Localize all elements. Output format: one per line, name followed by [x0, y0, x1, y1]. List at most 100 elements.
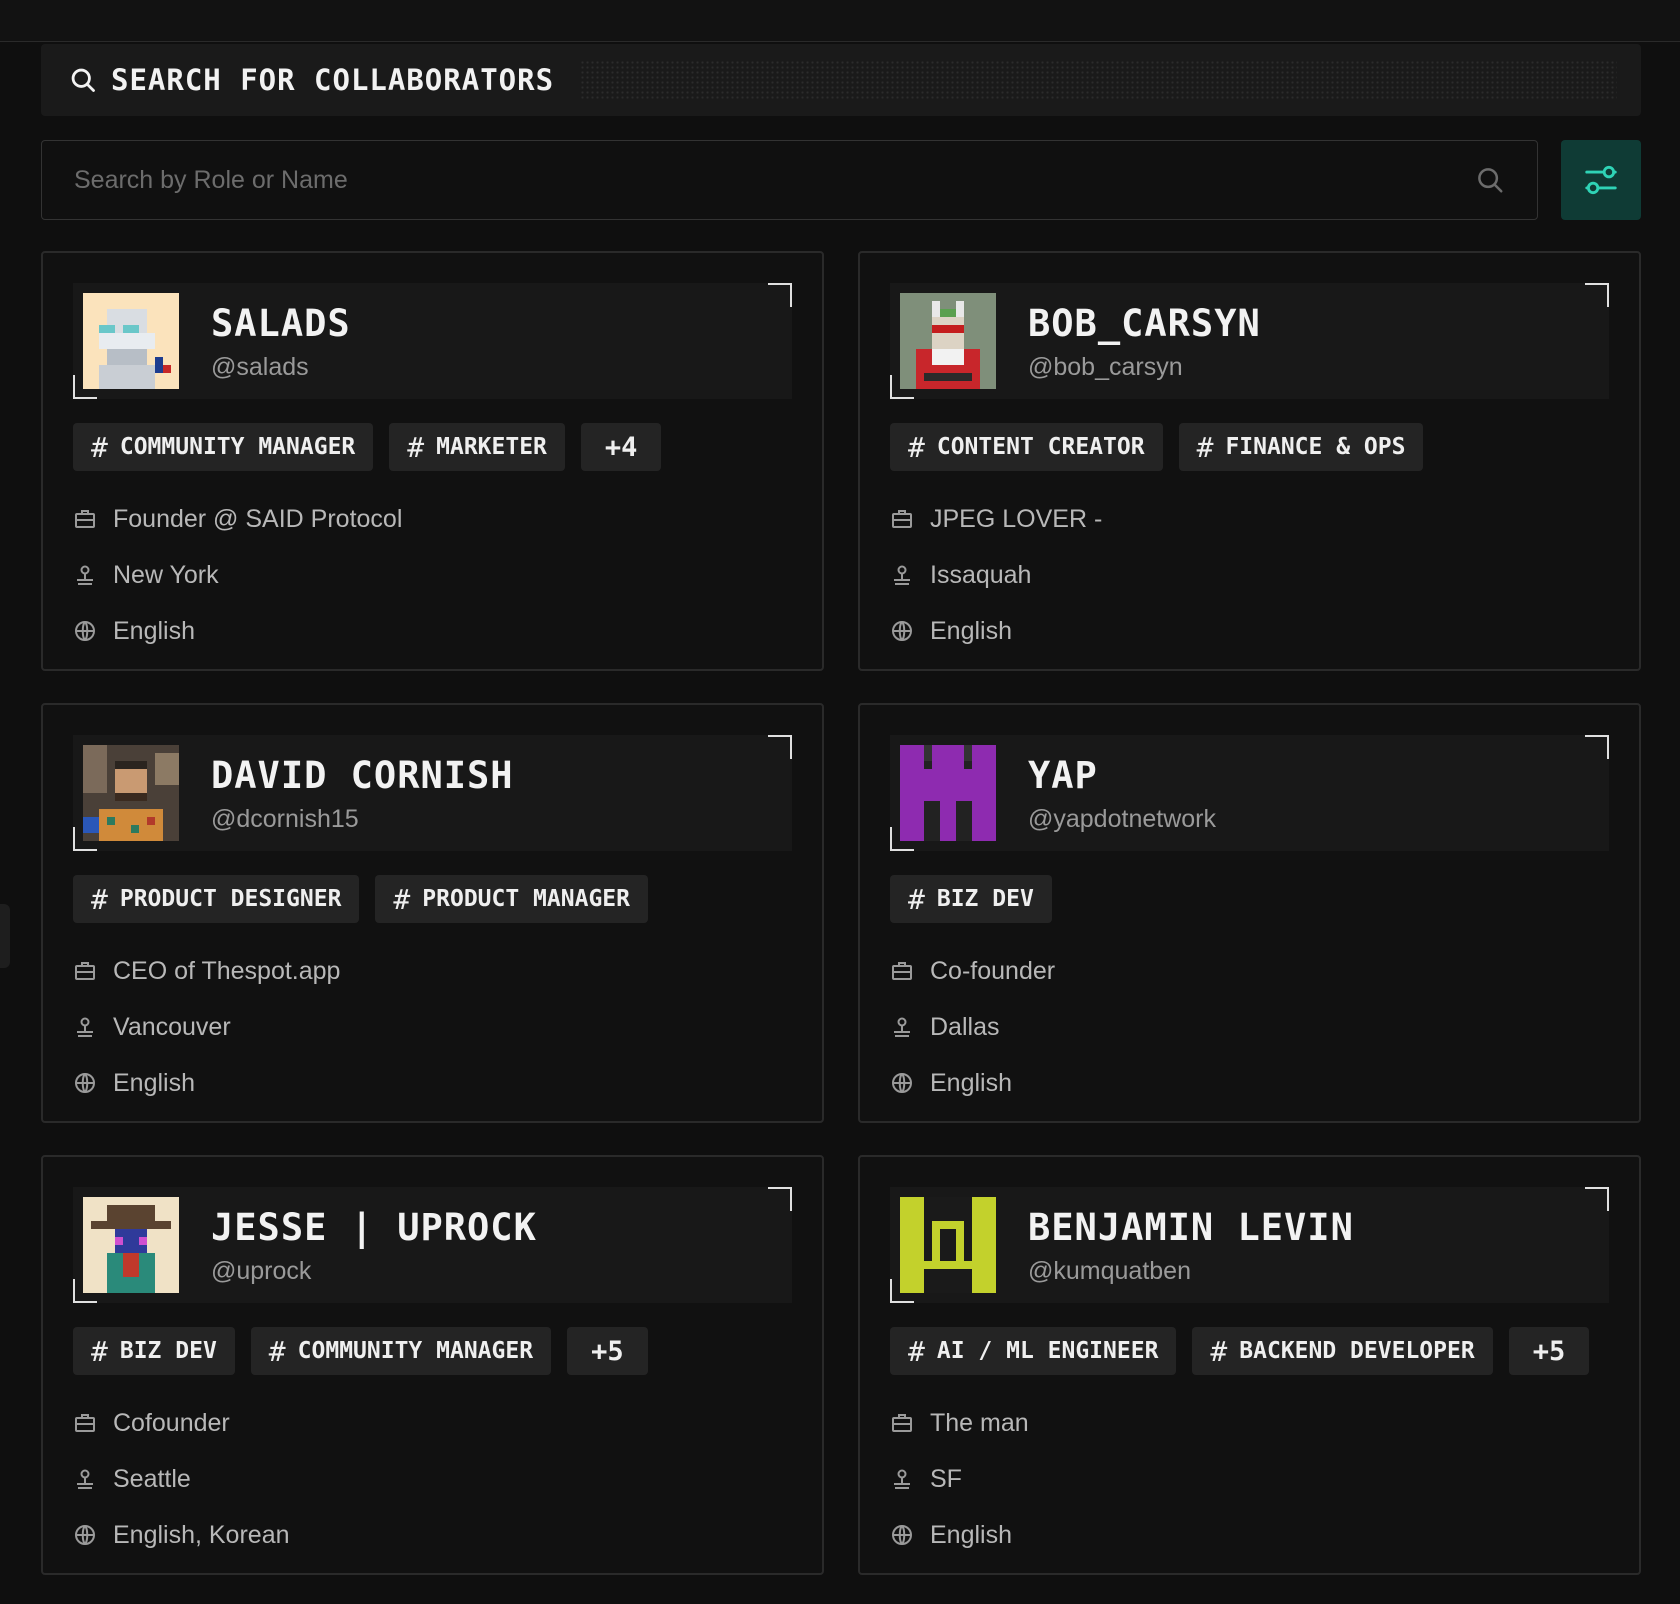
job-title-row: CEO of Thespot.app — [73, 943, 792, 999]
collaborator-card[interactable]: BENJAMIN LEVIN @kumquatben # AI / ML ENGI… — [858, 1155, 1641, 1575]
role-tag[interactable]: # BIZ DEV — [73, 1327, 235, 1375]
collaborator-handle: @yapdotnetwork — [1028, 804, 1216, 833]
more-tags-badge[interactable]: +5 — [1508, 1327, 1590, 1375]
job-title-row: Founder @ SAID Protocol — [73, 491, 792, 547]
collaborator-card[interactable]: BOB_CARSYN @bob_carsyn # CONTENT CREATOR … — [858, 251, 1641, 671]
collaborator-grid: SALADS @salads # COMMUNITY MANAGER # MARKE… — [41, 251, 1641, 1575]
globe-icon — [892, 621, 912, 641]
role-tag[interactable]: # AI / ML ENGINEER — [890, 1327, 1177, 1375]
location-pin-icon — [894, 1469, 910, 1489]
corner-bracket — [1585, 283, 1609, 307]
role-tag[interactable]: # PRODUCT MANAGER — [375, 875, 648, 923]
card-header: SALADS @salads — [73, 283, 792, 399]
sliders-icon — [1585, 165, 1617, 195]
globe-icon — [75, 1525, 95, 1545]
role-tag[interactable]: # MARKETER — [389, 423, 565, 471]
location-row: New York — [73, 547, 792, 603]
corner-bracket — [768, 735, 792, 759]
filter-button[interactable] — [1561, 140, 1641, 220]
collaborator-name: SALADS — [211, 301, 351, 345]
collaborator-name: JESSE | UPROCK — [211, 1205, 537, 1249]
location-pin-icon — [77, 1017, 93, 1037]
collaborator-handle: @dcornish15 — [211, 804, 359, 833]
language-row: English — [73, 603, 792, 659]
globe-icon — [75, 1073, 95, 1093]
briefcase-icon — [75, 1414, 95, 1432]
collaborator-handle: @salads — [211, 352, 309, 381]
hash-icon: # — [407, 430, 425, 464]
avatar — [83, 1197, 179, 1293]
collaborator-handle: @uprock — [211, 1256, 312, 1285]
role-tag[interactable]: # PRODUCT DESIGNER — [73, 875, 360, 923]
globe-icon — [892, 1525, 912, 1545]
corner-bracket — [1585, 735, 1609, 759]
role-tag[interactable]: # CONTENT CREATOR — [890, 423, 1163, 471]
language-row: English — [73, 1055, 792, 1111]
section-title: SEARCH FOR COLLABORATORS — [111, 63, 555, 97]
collaborator-name: BENJAMIN LEVIN — [1028, 1205, 1354, 1249]
briefcase-icon — [892, 510, 912, 528]
avatar — [900, 745, 996, 841]
more-tags-badge[interactable]: +4 — [580, 423, 662, 471]
collaborator-card[interactable]: SALADS @salads # COMMUNITY MANAGER # MARKE… — [41, 251, 824, 671]
hash-icon: # — [908, 430, 925, 464]
corner-bracket — [73, 827, 97, 851]
search-field[interactable] — [41, 140, 1538, 220]
side-panel-handle[interactable] — [0, 904, 10, 968]
job-title-row: Co-founder — [890, 943, 1609, 999]
collaborator-card[interactable]: YAP @yapdotnetwork # BIZ DEV Co-founder D… — [858, 703, 1641, 1123]
corner-bracket — [768, 283, 792, 307]
search-icon[interactable] — [1475, 165, 1505, 195]
role-tag[interactable]: # COMMUNITY MANAGER — [73, 423, 374, 471]
avatar — [83, 293, 179, 389]
avatar — [83, 745, 179, 841]
globe-icon — [75, 621, 95, 641]
hash-icon: # — [908, 882, 925, 916]
role-tags: # PRODUCT DESIGNER # PRODUCT MANAGER — [73, 875, 792, 923]
collaborator-card[interactable]: JESSE | UPROCK @uprock # BIZ DEV # COMMUNI… — [41, 1155, 824, 1575]
more-tags-badge[interactable]: +5 — [567, 1327, 648, 1375]
search-input[interactable] — [74, 165, 1475, 195]
decorative-dot-pattern — [580, 60, 1617, 100]
collaborator-handle: @bob_carsyn — [1028, 352, 1183, 381]
search-icon — [71, 68, 95, 92]
corner-bracket — [890, 827, 914, 851]
role-tag[interactable]: # FINANCE & OPS — [1178, 423, 1424, 471]
location-row: Issaquah — [890, 547, 1609, 603]
corner-bracket — [73, 1279, 97, 1303]
location-pin-icon — [77, 1469, 93, 1489]
role-tag[interactable]: # BIZ DEV — [890, 875, 1052, 923]
job-title-row: JPEG LOVER - — [890, 491, 1609, 547]
briefcase-icon — [892, 1414, 912, 1432]
briefcase-icon — [75, 510, 95, 528]
corner-bracket — [890, 1279, 914, 1303]
collaborator-handle: @kumquatben — [1028, 1256, 1191, 1285]
language-row: English — [890, 603, 1609, 659]
location-row: SF — [890, 1451, 1609, 1507]
hash-icon: # — [91, 430, 108, 464]
role-tags: # BIZ DEV — [890, 875, 1609, 923]
hash-icon: # — [908, 1334, 925, 1368]
location-row: Vancouver — [73, 999, 792, 1055]
card-header: JESSE | UPROCK @uprock — [73, 1187, 792, 1303]
briefcase-icon — [75, 962, 95, 980]
language-row: English, Korean — [73, 1507, 792, 1563]
collaborator-name: BOB_CARSYN — [1028, 301, 1261, 345]
role-tags: # BIZ DEV # COMMUNITY MANAGER +5 — [73, 1327, 792, 1375]
language-row: English — [890, 1055, 1609, 1111]
role-tag[interactable]: # COMMUNITY MANAGER — [250, 1327, 552, 1375]
card-header: BENJAMIN LEVIN @kumquatben — [890, 1187, 1609, 1303]
globe-icon — [892, 1073, 912, 1093]
hash-icon: # — [268, 1334, 286, 1368]
hash-icon: # — [1196, 430, 1214, 464]
corner-bracket — [73, 375, 97, 399]
role-tag[interactable]: # BACKEND DEVELOPER — [1192, 1327, 1493, 1375]
role-tags: # AI / ML ENGINEER # BACKEND DEVELOPER +5 — [890, 1327, 1609, 1375]
section-header: SEARCH FOR COLLABORATORS — [41, 44, 1641, 116]
briefcase-icon — [892, 962, 912, 980]
language-row: English — [890, 1507, 1609, 1563]
avatar — [900, 1197, 996, 1293]
collaborator-name: DAVID CORNISH — [211, 753, 514, 797]
hash-icon: # — [91, 1334, 108, 1368]
collaborator-card[interactable]: DAVID CORNISH @dcornish15 # PRODUCT DESIG… — [41, 703, 824, 1123]
